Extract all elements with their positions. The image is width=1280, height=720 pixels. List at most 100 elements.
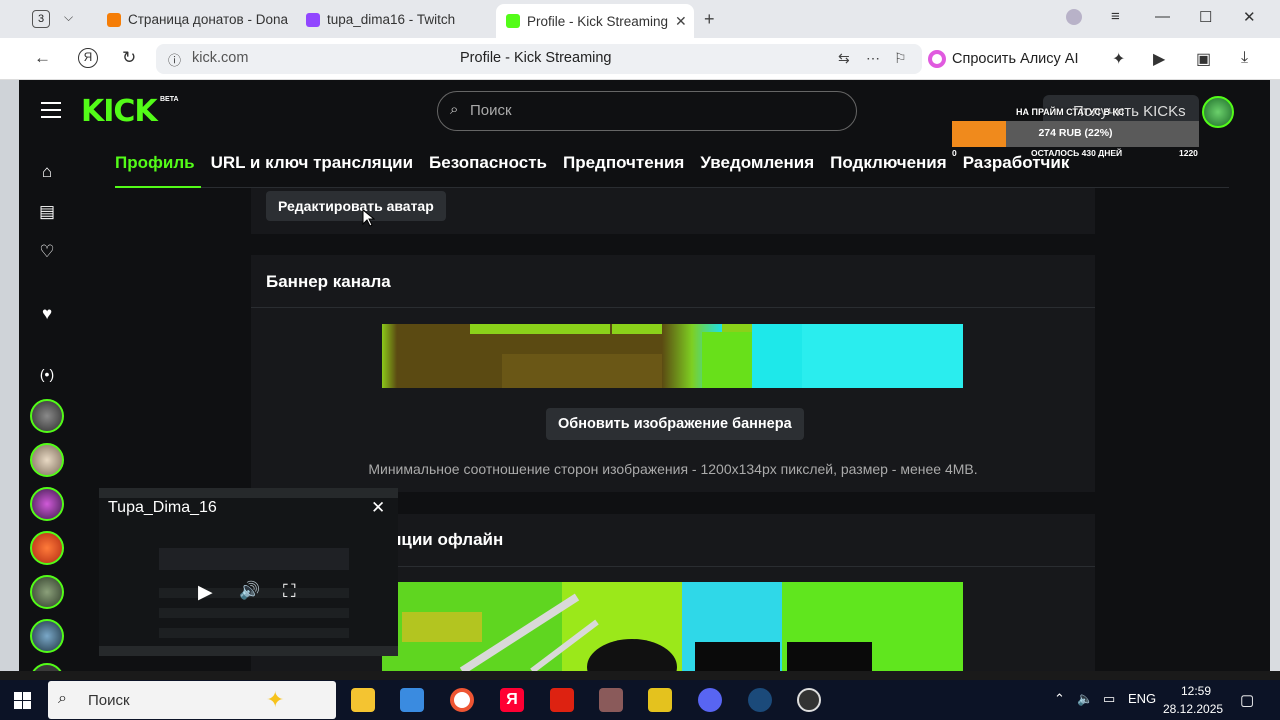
- background-window: [0, 80, 19, 671]
- banner-hint: Минимальное соотношение сторон изображен…: [368, 461, 978, 477]
- following-icon[interactable]: ♡: [37, 242, 57, 262]
- obs-icon[interactable]: [797, 688, 821, 712]
- home-icon[interactable]: ⌂: [37, 162, 57, 182]
- update-banner-button[interactable]: Обновить изображение баннера: [546, 408, 804, 440]
- live-icon[interactable]: (•): [37, 366, 57, 382]
- channel-avatar[interactable]: [30, 399, 64, 433]
- search-placeholder: Поиск: [470, 102, 512, 119]
- fullscreen-icon[interactable]: ⛶: [283, 581, 296, 602]
- browser-tab-bar: 3 ⌵ Страница донатов - Dona tupa_dima16 …: [0, 0, 1280, 38]
- tab-preferences[interactable]: Предпочтения: [563, 153, 684, 188]
- play-icon[interactable]: ▶: [198, 581, 213, 604]
- channel-avatar[interactable]: [30, 619, 64, 653]
- download-icon[interactable]: ⤓: [1241, 49, 1248, 67]
- url-field[interactable]: ⓘ kick.com Profile - Kick Streaming ⇆ ⋯ …: [156, 44, 922, 74]
- maximize-icon[interactable]: ☐: [1199, 8, 1212, 26]
- yandex-icon[interactable]: Я: [78, 48, 98, 68]
- media-icon[interactable]: ▶: [1153, 49, 1165, 69]
- tab-connections[interactable]: Подключения: [830, 153, 947, 188]
- page-scrollbar[interactable]: [1270, 80, 1280, 671]
- alisa-button[interactable]: Спросить Алису AI: [928, 45, 1079, 73]
- kick-icon: [506, 14, 520, 28]
- extensions-icon[interactable]: ✦: [1112, 49, 1125, 69]
- app-icon[interactable]: [648, 688, 672, 712]
- network-icon[interactable]: ▭: [1103, 691, 1115, 707]
- donation-goal-amount: 274 RUB (22%): [1038, 127, 1113, 139]
- kick-page: KICK BETA ⌕ Поиск Получить KICKs НА ПРАЙ…: [19, 80, 1270, 671]
- tab-profile[interactable]: Профиль: [115, 153, 195, 188]
- favorites-icon[interactable]: ♥: [37, 304, 57, 324]
- url-text: kick.com: [192, 50, 249, 66]
- file-explorer-icon[interactable]: [351, 688, 375, 712]
- section-divider: [251, 307, 1095, 308]
- yandex-app-icon[interactable]: Я: [500, 688, 524, 712]
- close-icon[interactable]: ✕: [675, 13, 687, 30]
- yandex-browser-icon[interactable]: [450, 688, 474, 712]
- store-icon[interactable]: [400, 688, 424, 712]
- amd-icon[interactable]: [550, 688, 574, 712]
- tab-notifications[interactable]: Уведомления: [700, 153, 814, 188]
- browser-tab-title: tupa_dima16 - Twitch: [327, 12, 456, 27]
- windows-taskbar: ⌕ Поиск ✦ Я ⌃ 🔈 ▭ ENG 12:59 28.12.2025 ▢: [0, 680, 1280, 720]
- taskbar-search-label: Поиск: [88, 692, 130, 709]
- kick-logo[interactable]: KICK: [81, 94, 158, 129]
- settings-tabs: Профиль URL и ключ трансляции Безопаснос…: [115, 153, 1069, 188]
- channel-avatar[interactable]: [30, 443, 64, 477]
- tab-developer[interactable]: Разработчик: [963, 153, 1070, 188]
- user-avatar[interactable]: [1202, 96, 1234, 128]
- browser-tab-donations[interactable]: Страница донатов - Dona: [97, 5, 293, 34]
- volume-icon[interactable]: 🔊: [239, 581, 260, 601]
- tab-stream-key[interactable]: URL и ключ трансляции: [211, 153, 413, 188]
- browse-icon[interactable]: ▤: [37, 202, 57, 222]
- notifications-icon[interactable]: ▢: [1240, 691, 1254, 709]
- beta-badge: BETA: [160, 96, 179, 103]
- mini-player[interactable]: Tupa_Dima_16 ✕ ▶ 🔊 ⛶: [99, 488, 398, 656]
- browser-address-bar: ← Я ↻ ⓘ kick.com Profile - Kick Streamin…: [0, 38, 1280, 80]
- collections-icon[interactable]: ▣: [1196, 49, 1211, 69]
- close-window-icon[interactable]: ✕: [1243, 8, 1256, 26]
- language-indicator[interactable]: ENG: [1128, 691, 1156, 706]
- chevron-down-icon[interactable]: ⌵: [64, 10, 73, 25]
- search-icon: ⌕: [58, 690, 67, 707]
- translate-icon[interactable]: ⇆: [838, 50, 850, 67]
- new-tab-icon[interactable]: +: [704, 9, 715, 30]
- channel-avatar[interactable]: [30, 575, 64, 609]
- steam-icon[interactable]: [748, 688, 772, 712]
- search-icon: ⌕: [450, 101, 459, 118]
- browser-tab-twitch[interactable]: tupa_dima16 - Twitch: [296, 5, 492, 34]
- bookmark-icon[interactable]: ⚐: [894, 50, 907, 67]
- donationalerts-icon: [107, 12, 121, 27]
- profile-icon[interactable]: [1066, 9, 1082, 25]
- edit-avatar-button[interactable]: Редактировать аватар: [266, 191, 446, 221]
- reload-icon[interactable]: ↻: [122, 48, 136, 68]
- search-input[interactable]: ⌕ Поиск: [437, 91, 857, 131]
- hamburger-menu-icon[interactable]: [41, 102, 61, 118]
- back-icon[interactable]: ←: [34, 48, 51, 68]
- close-icon[interactable]: ✕: [371, 498, 385, 518]
- channel-avatar[interactable]: [30, 487, 64, 521]
- clock-time[interactable]: 12:59: [1174, 684, 1218, 698]
- windows-start-icon[interactable]: [14, 692, 31, 709]
- screen: 3 ⌵ Страница донатов - Dona tupa_dima16 …: [0, 0, 1280, 720]
- tab-counter[interactable]: 3: [32, 10, 50, 28]
- taskbar-search[interactable]: ⌕ Поиск ✦: [48, 681, 336, 719]
- app-icon[interactable]: [599, 688, 623, 712]
- minimize-icon[interactable]: —: [1155, 8, 1170, 25]
- more-icon[interactable]: ⋯: [866, 50, 880, 67]
- channel-avatar[interactable]: [30, 663, 64, 671]
- menu-icon[interactable]: ≡: [1111, 8, 1120, 25]
- tab-security[interactable]: Безопасность: [429, 153, 547, 188]
- chevron-up-icon[interactable]: ⌃: [1054, 691, 1065, 707]
- channel-avatar[interactable]: [30, 531, 64, 565]
- offline-banner-art: [382, 582, 963, 671]
- banner-image: [382, 324, 963, 388]
- site-info-icon[interactable]: ⓘ: [168, 50, 181, 69]
- banner-section-title: Баннер канала: [266, 272, 391, 291]
- discord-icon[interactable]: [698, 688, 722, 712]
- speaker-icon[interactable]: 🔈: [1077, 691, 1093, 707]
- browser-tab-title: Profile - Kick Streaming: [527, 13, 669, 29]
- mini-player-title: Tupa_Dima_16: [108, 499, 217, 516]
- donation-goal-bar: 274 RUB (22%): [952, 121, 1199, 147]
- browser-tab-kick[interactable]: Profile - Kick Streaming ✕: [496, 4, 694, 38]
- clock-date[interactable]: 28.12.2025: [1163, 702, 1223, 716]
